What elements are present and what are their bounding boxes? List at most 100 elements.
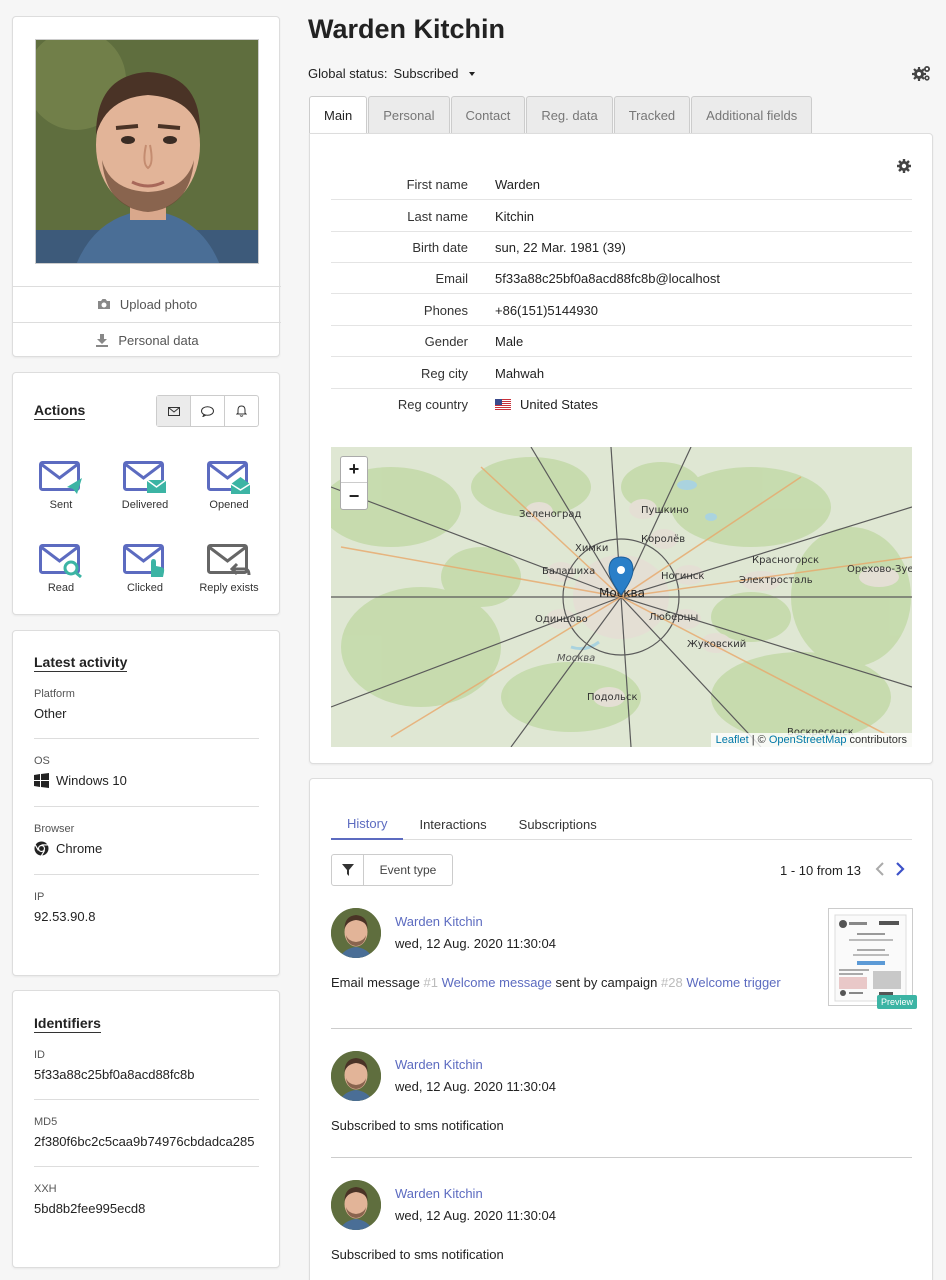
history-tabs: History Interactions Subscriptions xyxy=(331,809,912,840)
actions-title: Actions xyxy=(34,402,86,420)
tab-additional-fields[interactable]: Additional fields xyxy=(691,96,813,133)
browser-value: Chrome xyxy=(56,841,103,856)
action-delivered[interactable]: Delivered xyxy=(105,461,185,511)
history-card: History Interactions Subscriptions Event… xyxy=(309,778,933,1280)
action-sent[interactable]: Sent xyxy=(21,461,101,511)
info-key: Email xyxy=(435,270,468,286)
map-label: Химки xyxy=(575,543,608,554)
action-delivered-label: Delivered xyxy=(121,499,169,511)
photo-card: Upload photo Personal data xyxy=(12,16,281,357)
action-reply-exists[interactable]: Reply exists xyxy=(189,544,269,594)
divider xyxy=(34,1099,259,1100)
map-label: Ногинск xyxy=(661,571,704,582)
mail-sent-icon xyxy=(39,461,82,494)
avatar xyxy=(331,1051,381,1101)
info-value-row: United States xyxy=(468,397,598,412)
bell-icon xyxy=(236,405,247,417)
upload-photo-button[interactable]: Upload photo xyxy=(13,286,281,321)
tab-contact[interactable]: Contact xyxy=(450,96,526,133)
divider xyxy=(34,874,259,875)
ip-value: 92.53.90.8 xyxy=(34,909,96,924)
caret-down-icon xyxy=(468,71,475,76)
map-label: Москва xyxy=(557,653,595,664)
message-ref: #1 xyxy=(423,975,438,990)
info-key: Birth date xyxy=(412,239,468,255)
browser-value-row: Chrome xyxy=(34,841,259,856)
info-key: Phones xyxy=(423,302,468,318)
email-preview-thumbnail[interactable]: Preview xyxy=(828,908,917,1009)
ip-label: IP xyxy=(34,891,45,903)
latest-activity-card: Latest activity Platform Other OS Window… xyxy=(12,630,280,976)
latest-activity-title: Latest activity xyxy=(34,654,128,672)
map-tiles: Зеленоград Пушкино Королёв Химки Красног… xyxy=(331,447,912,747)
ip-field: IP 92.53.90.8 xyxy=(34,891,259,924)
info-value: 5f33a88c25bf0a8acd88fc8b@localhost xyxy=(495,270,720,286)
channel-email-button[interactable] xyxy=(157,396,190,426)
map-label: Люберцы xyxy=(649,612,698,623)
tab-history[interactable]: History xyxy=(331,809,404,840)
location-map[interactable]: Зеленоград Пушкино Королёв Химки Красног… xyxy=(331,447,912,747)
us-flag-icon xyxy=(495,399,511,410)
profile-photo xyxy=(35,39,259,264)
global-status-dropdown[interactable]: Global status: Subscribed xyxy=(308,66,479,81)
action-read[interactable]: Read xyxy=(21,544,101,594)
os-value-row: Windows 10 xyxy=(34,773,259,788)
page-title: Warden Kitchin xyxy=(308,14,506,44)
zoom-out-button[interactable]: − xyxy=(341,483,367,509)
tab-reg-data[interactable]: Reg. data xyxy=(526,96,613,133)
download-icon xyxy=(96,334,109,347)
action-clicked[interactable]: Clicked xyxy=(105,544,185,594)
attribution-tail: contributors xyxy=(846,734,907,746)
tab-main[interactable]: Main xyxy=(309,96,368,134)
map-label: Королёв xyxy=(641,534,685,545)
leaflet-link[interactable]: Leaflet xyxy=(716,734,749,746)
channel-push-button[interactable] xyxy=(224,396,258,426)
platform-field: Platform Other xyxy=(34,688,259,721)
message-link[interactable]: Welcome message xyxy=(442,975,552,990)
mail-read-icon xyxy=(39,544,82,578)
filter-icon[interactable] xyxy=(332,855,364,885)
divider xyxy=(331,1157,912,1158)
platform-label: Platform xyxy=(34,688,75,700)
campaign-link[interactable]: Welcome trigger xyxy=(686,975,780,990)
channel-switcher xyxy=(156,395,259,427)
action-reply-exists-label: Reply exists xyxy=(199,582,259,594)
chrome-icon xyxy=(34,841,49,856)
xxh-field: XXH 5bd8b2fee995ecd8 xyxy=(34,1183,259,1216)
action-clicked-label: Clicked xyxy=(126,582,164,594)
os-field: OS Windows 10 xyxy=(34,755,259,788)
envelope-icon xyxy=(167,406,180,416)
campaign-ref: #28 xyxy=(661,975,683,990)
tab-interactions[interactable]: Interactions xyxy=(403,809,502,840)
xxh-value: 5bd8b2fee995ecd8 xyxy=(34,1201,146,1216)
info-value: Kitchin xyxy=(495,208,535,224)
zoom-in-button[interactable]: + xyxy=(341,457,367,483)
info-key: Reg country xyxy=(397,397,468,412)
personal-data-button[interactable]: Personal data xyxy=(13,322,281,357)
event-author-link[interactable]: Warden Kitchin xyxy=(395,1186,483,1201)
channel-chat-button[interactable] xyxy=(190,396,224,426)
camera-icon xyxy=(97,299,110,309)
event-date: wed, 12 Aug. 2020 11:30:04 xyxy=(395,1079,556,1094)
map-attribution: Leaflet | © OpenStreetMap contributors xyxy=(710,733,912,747)
map-label: Зеленоград xyxy=(519,509,581,520)
info-row-reg-city: Reg city Mahwah xyxy=(331,358,912,389)
identifiers-card: Identifiers ID 5f33a88c25bf0a8acd88fc8b … xyxy=(12,990,280,1268)
chevron-right-icon[interactable] xyxy=(894,861,906,880)
personal-data-label: Personal data xyxy=(118,332,199,348)
tab-tracked[interactable]: Tracked xyxy=(613,96,691,133)
profile-tabs: Main Personal Contact Reg. data Tracked … xyxy=(309,96,813,134)
action-opened[interactable]: Opened xyxy=(189,461,269,511)
event-type-select[interactable]: Event type xyxy=(364,855,452,885)
event-author-link[interactable]: Warden Kitchin xyxy=(395,1057,483,1072)
event-type-filter: Event type xyxy=(331,854,453,886)
event-date: wed, 12 Aug. 2020 11:30:04 xyxy=(395,936,556,951)
action-read-label: Read xyxy=(47,582,75,594)
chevron-left-icon[interactable] xyxy=(874,861,886,880)
settings-gears-icon[interactable] xyxy=(912,64,932,85)
id-field: ID 5f33a88c25bf0a8acd88fc8b xyxy=(34,1049,259,1082)
tab-subscriptions[interactable]: Subscriptions xyxy=(503,809,613,840)
event-author-link[interactable]: Warden Kitchin xyxy=(395,914,483,929)
openstreetmap-link[interactable]: OpenStreetMap xyxy=(769,734,847,746)
tab-personal[interactable]: Personal xyxy=(368,96,450,133)
